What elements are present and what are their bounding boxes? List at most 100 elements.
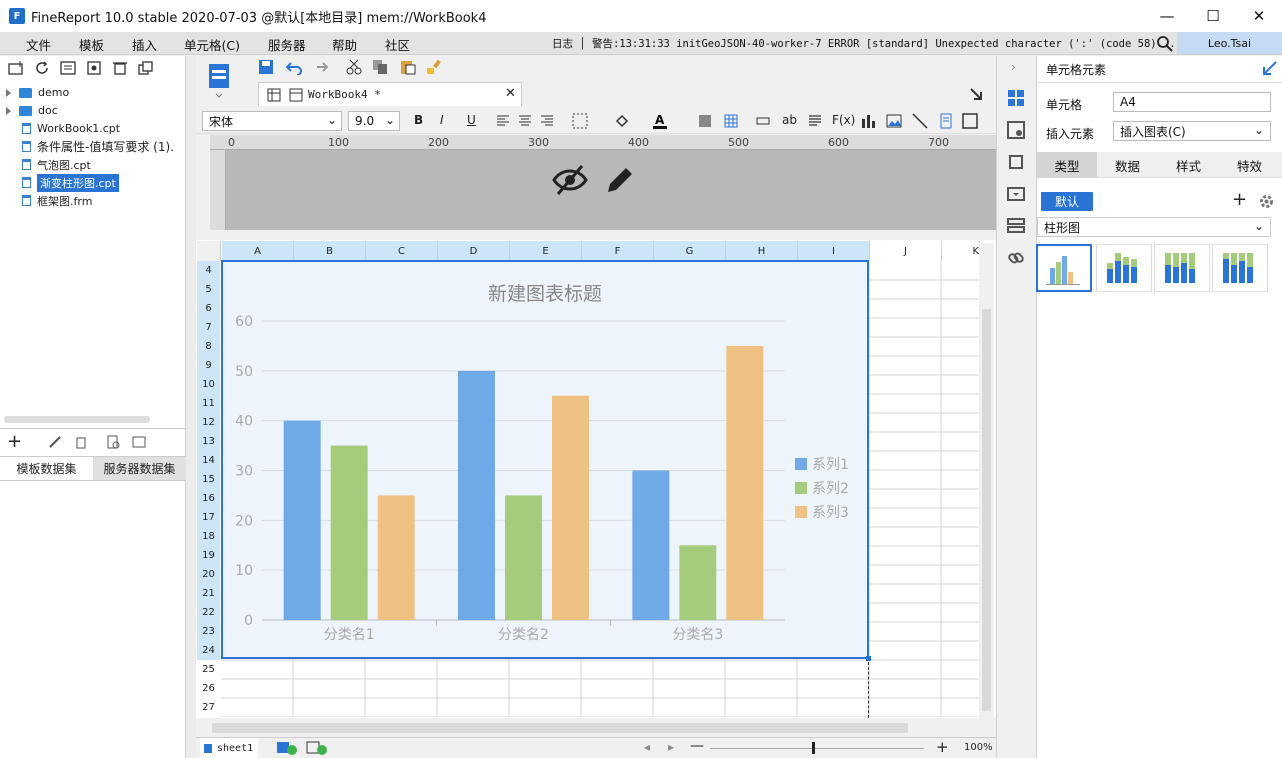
menu-file[interactable]: 文件	[26, 35, 51, 54]
col-header[interactable]: A	[222, 241, 294, 261]
menu-help[interactable]: 帮助	[332, 35, 357, 54]
cell-border-icon[interactable]	[962, 113, 978, 129]
font-color-icon[interactable]: A	[652, 112, 668, 130]
tree-item-bubble[interactable]: 气泡图.cpt	[22, 156, 91, 173]
tree-item-condition[interactable]: 条件属性-值填写要求 (1).	[22, 138, 174, 155]
chart-style-clustered[interactable]	[1036, 244, 1092, 292]
subreport-icon[interactable]	[938, 113, 954, 129]
redo-icon[interactable]	[312, 59, 328, 75]
tree-item-frame[interactable]: 框架图.frm	[22, 192, 92, 209]
horizontal-scrollbar[interactable]	[198, 719, 994, 737]
rich-text-icon[interactable]	[808, 114, 822, 128]
dataset-settings-icon[interactable]	[132, 435, 146, 449]
next-page-icon[interactable]: ▸	[668, 740, 674, 754]
tab-data[interactable]: 数据	[1097, 152, 1158, 178]
row-header-cell[interactable]: 14	[197, 451, 220, 470]
font-family-select[interactable]: 宋体 ⌄	[202, 111, 342, 131]
row-header-cell[interactable]: 26	[197, 679, 220, 698]
maximize-button[interactable]: ☐	[1190, 0, 1236, 32]
menu-cell[interactable]: 单元格(C)	[184, 35, 240, 54]
align-right-icon[interactable]	[540, 114, 554, 128]
insert-image-icon[interactable]	[886, 113, 902, 129]
row-header-cell[interactable]: 12	[197, 413, 220, 432]
format-brush-icon[interactable]	[426, 59, 442, 75]
expand-arrow-icon[interactable]	[6, 88, 11, 97]
vertical-scroll-thumb[interactable]	[982, 309, 991, 711]
row-header-cell[interactable]: 11	[197, 394, 220, 413]
add-report-icon[interactable]	[306, 741, 328, 755]
font-size-select[interactable]: 9.0 ⌄	[348, 111, 400, 131]
delete-dataset-icon[interactable]	[74, 435, 88, 449]
editor-tab[interactable]: WorkBook4 * ✕	[258, 82, 522, 106]
tab-menu-icon[interactable]	[970, 88, 982, 100]
row-header-cell[interactable]: 15	[197, 470, 220, 489]
search-icon[interactable]	[1156, 35, 1173, 52]
formula-icon[interactable]: F(x)	[832, 113, 855, 127]
bold-button[interactable]: B	[414, 113, 423, 127]
paste-icon[interactable]	[400, 59, 416, 75]
row-header-cell[interactable]: 13	[197, 432, 220, 451]
diagonal-line-icon[interactable]	[912, 113, 928, 129]
row-header-cell[interactable]: 4	[197, 261, 220, 280]
cell-element-icon[interactable]	[1007, 89, 1025, 107]
expand-arrow-icon[interactable]	[6, 106, 11, 115]
col-header[interactable]: G	[654, 241, 726, 261]
condition-attribute-icon[interactable]	[1007, 217, 1025, 235]
tab-effect[interactable]: 特效	[1219, 152, 1280, 178]
col-header[interactable]: J	[870, 241, 942, 261]
tree-item-gradient-bar[interactable]: 渐变柱形图.cpt	[22, 173, 119, 192]
close-button[interactable]: ✕	[1236, 0, 1282, 32]
chart-cell-a4[interactable]: 新建图表标题 0 10 20 30 40 50 60 分类名1 分类名2 分类名3 系列1 系列2 系列3	[221, 260, 869, 659]
chart-style-stacked[interactable]	[1096, 244, 1152, 292]
tab-style[interactable]: 样式	[1158, 152, 1219, 178]
undo-icon[interactable]	[286, 59, 302, 75]
add-dataset-icon[interactable]: +	[7, 431, 22, 452]
align-left-icon[interactable]	[496, 114, 510, 128]
row-header-cell[interactable]: 17	[197, 508, 220, 527]
col-header[interactable]: H	[726, 241, 798, 261]
template-type-icon[interactable]	[205, 60, 233, 98]
user-name[interactable]: Leo.Tsai	[1177, 32, 1282, 54]
cut-icon[interactable]	[346, 59, 362, 75]
tab-template-dataset[interactable]: 模板数据集	[0, 457, 93, 480]
minimize-button[interactable]: —	[1144, 0, 1190, 32]
row-header-cell[interactable]: 25	[197, 660, 220, 679]
col-header[interactable]: E	[510, 241, 582, 261]
menu-insert[interactable]: 插入	[132, 35, 157, 54]
grid-view-icon[interactable]	[267, 88, 281, 102]
col-header[interactable]: K	[942, 241, 980, 261]
menu-template[interactable]: 模板	[79, 35, 104, 54]
align-center-icon[interactable]	[518, 114, 532, 128]
text-icon[interactable]: ab	[782, 113, 797, 127]
tree-item-workbook1[interactable]: WorkBook1.cpt	[22, 120, 120, 137]
close-tab-icon[interactable]: ✕	[505, 86, 516, 101]
sheet-tab[interactable]: sheet1	[200, 738, 258, 758]
float-element-icon[interactable]	[1007, 153, 1025, 171]
col-header[interactable]: I	[798, 241, 870, 261]
row-header-cell[interactable]: 23	[197, 622, 220, 641]
preview-icon[interactable]	[106, 435, 120, 449]
refresh-icon[interactable]	[34, 61, 50, 75]
row-header-cell[interactable]: 8	[197, 337, 220, 356]
hide-icon[interactable]	[552, 164, 588, 196]
row-header-cell[interactable]: 24	[197, 641, 220, 660]
select-all-corner[interactable]	[197, 241, 221, 261]
cell-attribute-icon[interactable]	[1007, 121, 1025, 139]
insert-chart-icon[interactable]	[860, 113, 876, 129]
add-sheet-icon[interactable]	[276, 741, 298, 755]
row-header-cell[interactable]: 6	[197, 299, 220, 318]
tab-type[interactable]: 类型	[1037, 152, 1097, 178]
merge-cell-icon[interactable]	[698, 114, 712, 128]
menu-community[interactable]: 社区	[385, 35, 410, 54]
tree-item-demo[interactable]: demo	[0, 84, 69, 101]
add-chart-icon[interactable]: +	[1232, 189, 1247, 210]
tree-scrollbar[interactable]	[4, 416, 150, 423]
row-header-cell[interactable]: 18	[197, 527, 220, 546]
log-message[interactable]: 日志 │ 警告:13:31:33 initGeoJSON-40-worker-7…	[552, 36, 1176, 51]
row-header-cell[interactable]: 27	[197, 698, 220, 717]
row-header-cell[interactable]: 5	[197, 280, 220, 299]
row-header-cell[interactable]: 20	[197, 565, 220, 584]
widget-settings-icon[interactable]	[1007, 185, 1025, 203]
col-header[interactable]: D	[438, 241, 510, 261]
col-header[interactable]: B	[294, 241, 366, 261]
